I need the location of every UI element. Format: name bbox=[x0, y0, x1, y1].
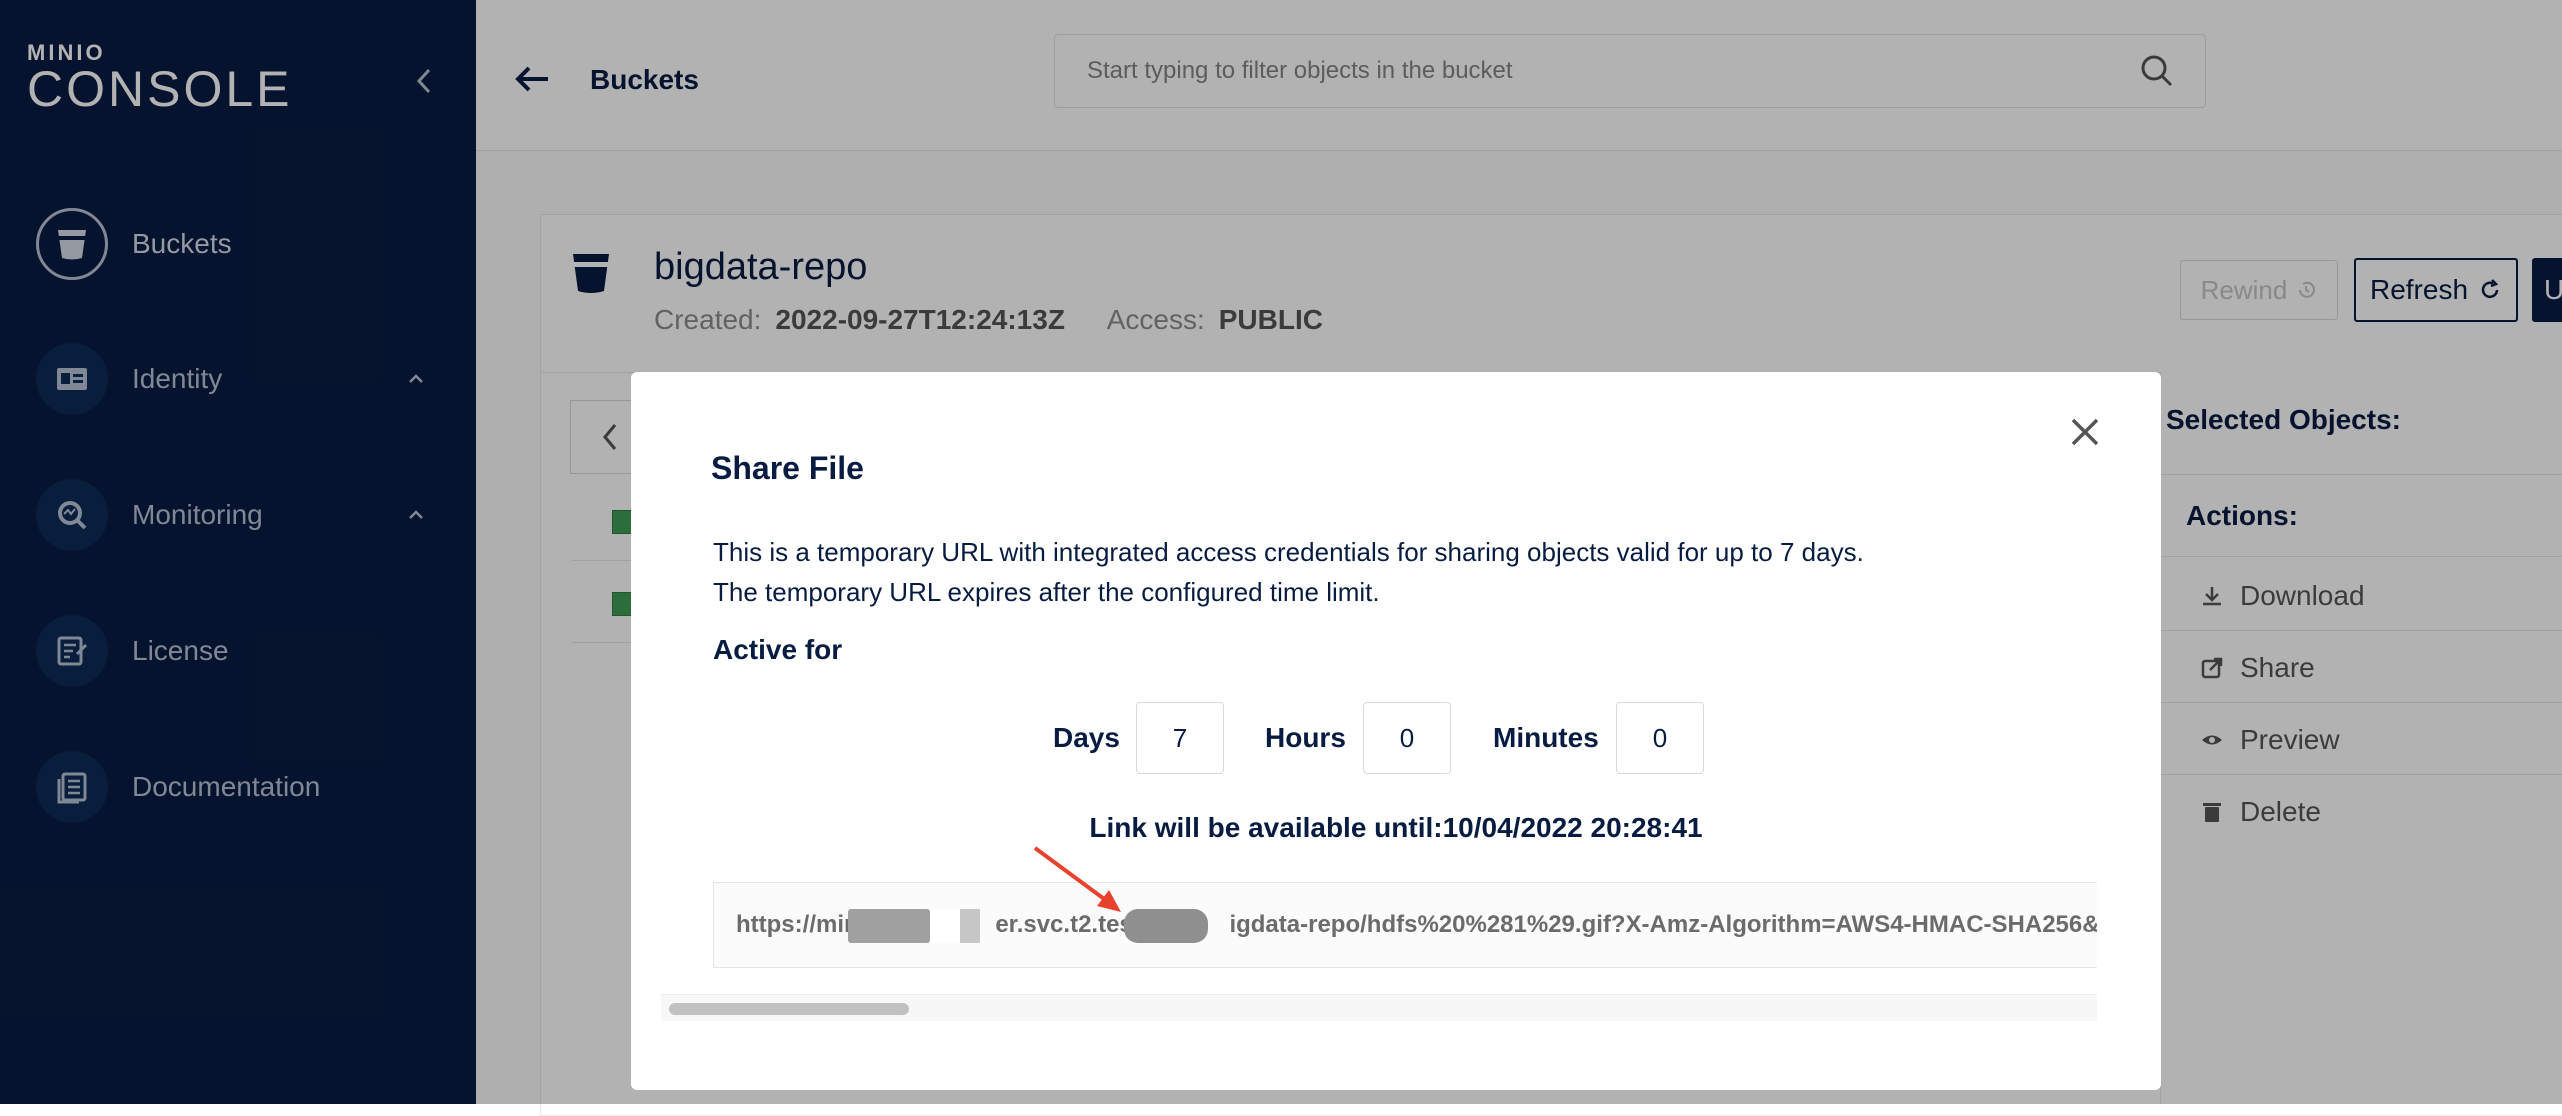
active-for-heading: Active for bbox=[713, 634, 843, 665]
hours-label: Hours bbox=[1265, 722, 1346, 753]
days-label: Days bbox=[1053, 722, 1120, 753]
scrollbar-thumb[interactable] bbox=[669, 1003, 909, 1015]
description-line: The temporary URL expires after the conf… bbox=[713, 577, 1380, 607]
horizontal-scrollbar[interactable] bbox=[661, 994, 2097, 1021]
share-url-field[interactable]: https://mir er.svc.t2.test. igdata-repo/hd… bbox=[713, 882, 2097, 968]
dialog-description: This is a temporary URL with integrated … bbox=[713, 532, 1864, 612]
share-file-dialog: Share File This is a temporary URL with … bbox=[631, 372, 2161, 1090]
days-input[interactable]: 7 bbox=[1136, 702, 1224, 774]
redaction-blur bbox=[1124, 909, 1208, 943]
redaction-blur bbox=[930, 909, 960, 943]
url-part: https://mir bbox=[736, 911, 854, 938]
url-part: igdata-repo/hdfs%20%281%29.gif?X-Amz-Alg… bbox=[1229, 911, 2097, 938]
link-expiry-text: Link will be available until:10/04/2022 … bbox=[1089, 812, 1703, 843]
minutes-label: Minutes bbox=[1493, 722, 1599, 753]
dialog-title: Share File bbox=[711, 450, 864, 486]
redaction-blur bbox=[960, 909, 980, 943]
description-line: This is a temporary URL with integrated … bbox=[713, 537, 1864, 567]
hours-input[interactable]: 0 bbox=[1363, 702, 1451, 774]
minutes-input[interactable]: 0 bbox=[1616, 702, 1704, 774]
close-icon[interactable] bbox=[2065, 412, 2105, 452]
annotation-arrow-icon bbox=[1033, 846, 1121, 912]
redaction-blur bbox=[848, 909, 930, 943]
